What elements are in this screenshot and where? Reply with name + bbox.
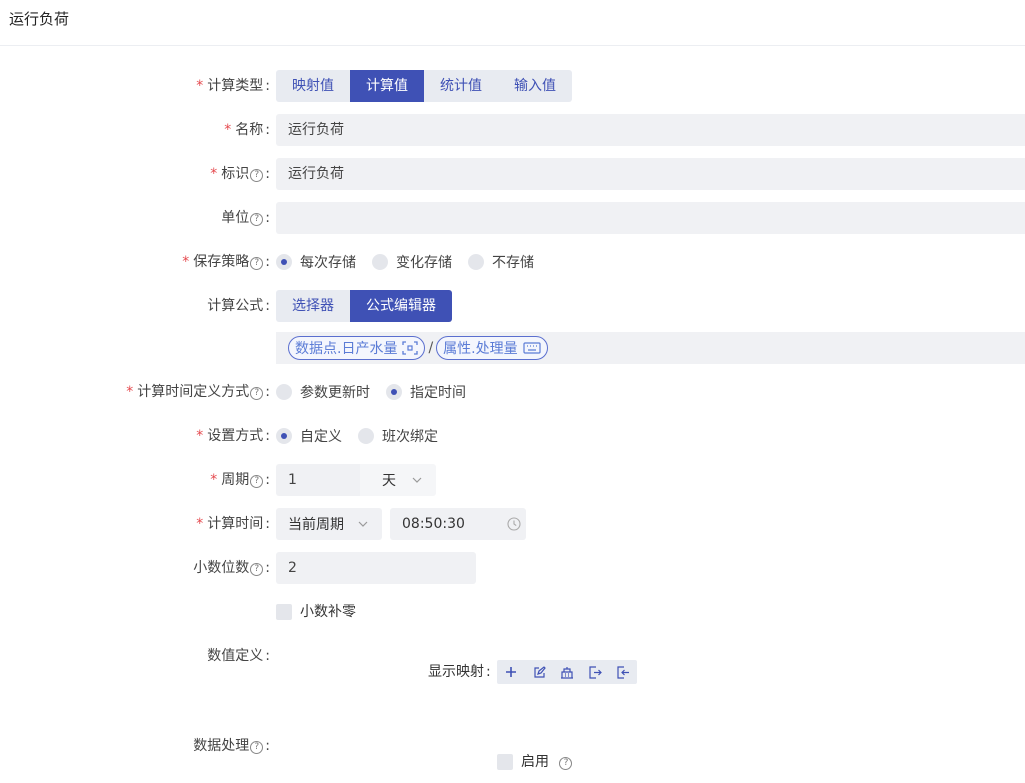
identifier-label: * 标识?: bbox=[210, 166, 270, 182]
help-icon[interactable]: ? bbox=[250, 213, 264, 226]
page-header: 运行负荷 bbox=[0, 0, 1025, 46]
help-icon[interactable]: ? bbox=[250, 475, 264, 488]
value-def-label: 数值定义: bbox=[207, 648, 270, 664]
chevron-down-icon bbox=[412, 477, 422, 483]
page-title: 运行负荷 bbox=[9, 10, 70, 28]
help-icon[interactable]: ? bbox=[559, 757, 573, 770]
formula-operator: / bbox=[428, 340, 434, 356]
period-unit-select[interactable]: 天 bbox=[360, 464, 436, 496]
formula-label: 计算公式: bbox=[207, 298, 270, 314]
data-proc-label: 数据处理?: bbox=[193, 738, 270, 754]
save-strategy-radio-group: 每次存储 变化存储 不存储 bbox=[276, 246, 550, 278]
unit-input[interactable] bbox=[276, 202, 1025, 234]
custom-radio[interactable]: 自定义 bbox=[276, 426, 342, 446]
decimals-label: 小数位数?: bbox=[193, 560, 270, 576]
help-icon[interactable]: ? bbox=[250, 563, 264, 576]
import-icon[interactable] bbox=[581, 660, 609, 684]
radio-dot bbox=[386, 384, 402, 400]
help-icon[interactable]: ? bbox=[250, 741, 264, 754]
formula-token-attribute[interactable]: 属性.处理量 bbox=[436, 336, 548, 360]
help-icon[interactable]: ? bbox=[250, 257, 264, 270]
calc-period-select[interactable]: 当前周期 bbox=[276, 508, 382, 540]
calc-type-option-mapping[interactable]: 映射值 bbox=[276, 70, 350, 102]
decimals-input[interactable]: 2 bbox=[276, 552, 476, 584]
save-none-radio[interactable]: 不存储 bbox=[468, 252, 534, 272]
radio-dot bbox=[276, 254, 292, 270]
time-def-radio-group: 参数更新时 指定时间 bbox=[276, 376, 482, 408]
name-input[interactable]: 运行负荷 bbox=[276, 114, 1025, 146]
formula-editor[interactable]: 数据点.日产水量 / 属性.处理量 bbox=[276, 332, 1025, 364]
calc-type-option-input[interactable]: 输入值 bbox=[498, 70, 572, 102]
calc-time-label: * 计算时间: bbox=[196, 516, 270, 532]
name-label: * 名称: bbox=[224, 122, 270, 138]
formula-mode-selector[interactable]: 选择器 bbox=[276, 290, 350, 322]
shift-binding-radio[interactable]: 班次绑定 bbox=[358, 426, 438, 446]
unit-label: 单位?: bbox=[221, 210, 270, 226]
radio-dot bbox=[372, 254, 388, 270]
display-mapping-label: 显示映射: bbox=[428, 664, 491, 680]
formula-mode-segmented: 选择器 公式编辑器 bbox=[276, 290, 452, 322]
formula-mode-editor[interactable]: 公式编辑器 bbox=[350, 290, 452, 322]
setting-mode-label: * 设置方式: bbox=[196, 428, 270, 444]
save-every-radio[interactable]: 每次存储 bbox=[276, 252, 356, 272]
period-group: 1 天 bbox=[276, 464, 436, 496]
building-icon[interactable] bbox=[553, 660, 581, 684]
formula-token-datapoint[interactable]: 数据点.日产水量 bbox=[288, 336, 426, 360]
edit-icon[interactable] bbox=[525, 660, 553, 684]
period-input[interactable]: 1 bbox=[276, 464, 360, 496]
calc-type-segmented: 映射值 计算值 统计值 输入值 bbox=[276, 70, 572, 102]
enable-checkbox[interactable]: 启用 ? bbox=[497, 748, 573, 776]
chevron-down-icon bbox=[358, 521, 368, 527]
save-strategy-label: * 保存策略?: bbox=[182, 254, 270, 270]
time-picker[interactable]: 08:50:30 bbox=[390, 508, 526, 540]
mapping-toolbar bbox=[497, 660, 637, 684]
clock-icon bbox=[507, 517, 521, 531]
plus-icon[interactable] bbox=[497, 660, 525, 684]
radio-dot bbox=[358, 428, 374, 444]
keyboard-icon bbox=[523, 342, 541, 354]
radio-dot bbox=[276, 384, 292, 400]
checkbox-box bbox=[276, 604, 292, 620]
radio-dot bbox=[468, 254, 484, 270]
help-icon[interactable]: ? bbox=[250, 387, 264, 400]
save-on-change-radio[interactable]: 变化存储 bbox=[372, 252, 452, 272]
help-icon[interactable]: ? bbox=[250, 169, 264, 182]
time-def-label: * 计算时间定义方式?: bbox=[126, 384, 270, 400]
calc-type-option-computed[interactable]: 计算值 bbox=[350, 70, 424, 102]
specified-time-radio[interactable]: 指定时间 bbox=[386, 382, 466, 402]
identifier-input[interactable]: 运行负荷 bbox=[276, 158, 1025, 190]
calc-type-label: * 计算类型: bbox=[196, 78, 270, 94]
checkbox-box bbox=[497, 754, 513, 770]
calc-type-option-statistic[interactable]: 统计值 bbox=[424, 70, 498, 102]
export-icon[interactable] bbox=[609, 660, 637, 684]
calc-time-group: 当前周期 08:50:30 bbox=[276, 508, 526, 540]
setting-mode-radio-group: 自定义 班次绑定 bbox=[276, 420, 454, 452]
period-label: * 周期?: bbox=[210, 472, 270, 488]
radio-dot bbox=[276, 428, 292, 444]
scan-icon bbox=[402, 341, 419, 355]
zero-pad-checkbox[interactable]: 小数补零 bbox=[276, 596, 356, 628]
param-update-radio[interactable]: 参数更新时 bbox=[276, 382, 370, 402]
